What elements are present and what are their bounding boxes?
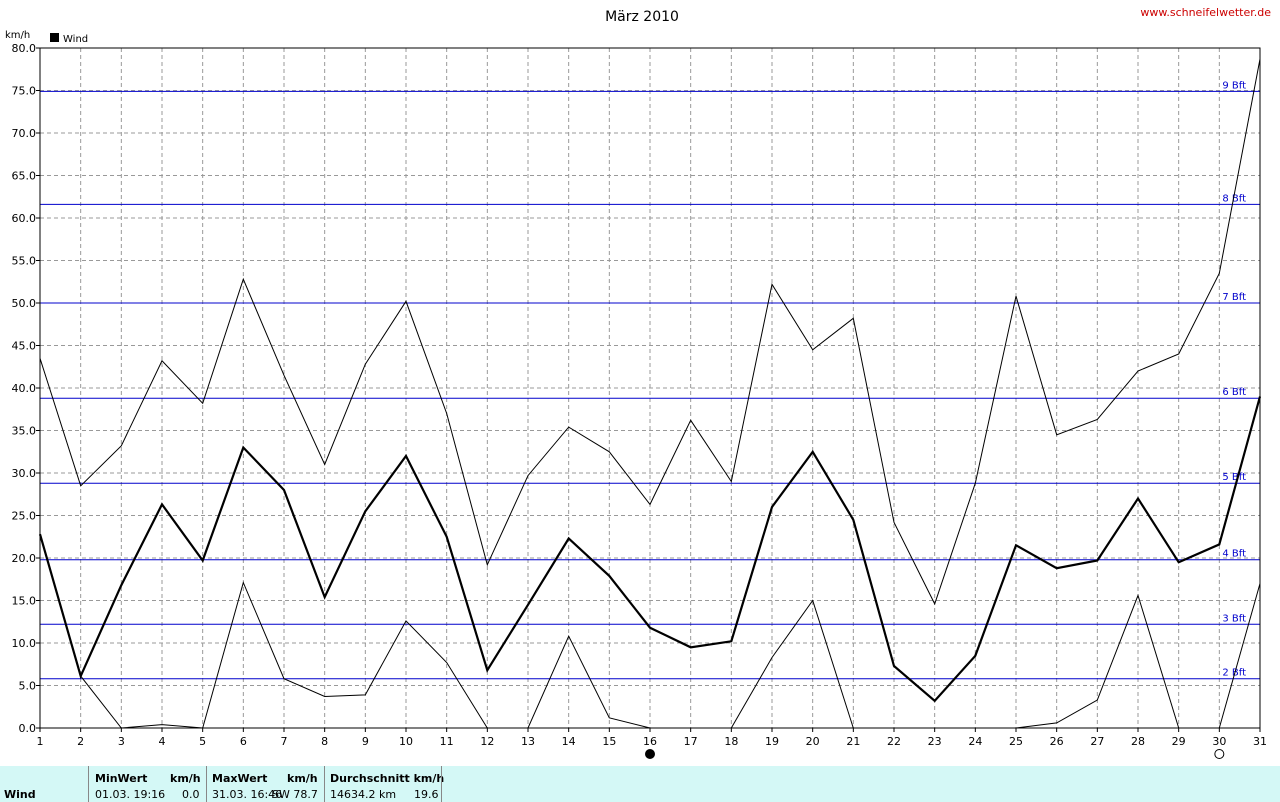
avg-header: Durchschnitt km/h: [330, 772, 445, 785]
y-tick-label: 15.0: [12, 595, 37, 608]
x-tick-label: 2: [77, 735, 84, 748]
x-tick-label: 25: [1009, 735, 1023, 748]
y-tick-label: 10.0: [12, 637, 37, 650]
x-tick-label: 18: [724, 735, 738, 748]
y-tick-label: 35.0: [12, 425, 37, 438]
x-tick-label: 17: [684, 735, 698, 748]
x-tick-label: 9: [362, 735, 369, 748]
x-tick-label: 16: [643, 735, 657, 748]
stats-row-label: Wind: [4, 788, 36, 801]
x-tick-label: 28: [1131, 735, 1145, 748]
y-tick-label: 25.0: [12, 510, 37, 523]
beaufort-label: 2 Bft: [1222, 668, 1246, 679]
avg-value: 19.6: [414, 788, 439, 801]
x-tick-label: 23: [928, 735, 942, 748]
y-tick-label: 75.0: [12, 85, 37, 98]
x-tick-label: 4: [159, 735, 166, 748]
x-tick-label: 14: [562, 735, 576, 748]
y-tick-label: 0.0: [19, 722, 37, 735]
min-time: 01.03. 19:16: [95, 788, 166, 801]
stats-divider: [441, 766, 442, 802]
x-tick-label: 29: [1172, 735, 1186, 748]
stats-divider: [206, 766, 207, 802]
beaufort-label: 5 Bft: [1222, 472, 1246, 483]
y-tick-label: 60.0: [12, 212, 37, 225]
site-link[interactable]: www.schneifelwetter.de: [1140, 6, 1271, 19]
x-tick-label: 19: [765, 735, 779, 748]
avg-distance: 14634.2 km: [330, 788, 397, 801]
stats-table: Wind MinWert km/h 01.03. 19:16 0.0 MaxWe…: [0, 766, 1280, 802]
beaufort-label: 3 Bft: [1222, 613, 1246, 624]
stats-divider: [324, 766, 325, 802]
beaufort-label: 4 Bft: [1222, 549, 1246, 560]
x-tick-label: 27: [1090, 735, 1104, 748]
y-tick-label: 70.0: [12, 127, 37, 140]
x-tick-label: 24: [968, 735, 982, 748]
x-tick-label: 20: [806, 735, 820, 748]
y-tick-label: 40.0: [12, 382, 37, 395]
x-tick-label: 3: [118, 735, 125, 748]
full-moon-icon: [1214, 749, 1225, 759]
x-tick-label: 21: [846, 735, 860, 748]
x-tick-label: 11: [440, 735, 454, 748]
legend-swatch: [50, 33, 59, 42]
x-tick-label: 12: [480, 735, 494, 748]
beaufort-label: 6 Bft: [1222, 387, 1246, 398]
y-tick-label: 5.0: [19, 680, 37, 693]
y-tick-label: 50.0: [12, 297, 37, 310]
beaufort-label: 9 Bft: [1222, 80, 1246, 91]
stats-divider: [88, 766, 89, 802]
max-unit: km/h: [287, 772, 318, 785]
y-tick-label: 45.0: [12, 340, 37, 353]
min-value: 0.0: [182, 788, 200, 801]
y-tick-label: 65.0: [12, 170, 37, 183]
min-header: MinWert: [95, 772, 148, 785]
new-moon-icon: [645, 749, 655, 759]
x-tick-label: 13: [521, 735, 535, 748]
min-unit: km/h: [170, 772, 201, 785]
x-tick-label: 10: [399, 735, 413, 748]
x-tick-label: 30: [1212, 735, 1226, 748]
x-tick-label: 5: [199, 735, 206, 748]
wind-chart: 2 Bft3 Bft4 Bft5 Bft6 Bft7 Bft8 Bft9 Bft…: [5, 6, 1271, 759]
max-value: SW 78.7: [272, 788, 318, 801]
chart-title: März 2010: [605, 9, 679, 25]
x-tick-label: 8: [321, 735, 328, 748]
x-tick-label: 26: [1050, 735, 1064, 748]
legend-label: Wind: [63, 34, 88, 45]
y-tick-label: 55.0: [12, 255, 37, 268]
beaufort-label: 7 Bft: [1222, 292, 1246, 303]
y-tick-label: 30.0: [12, 467, 37, 480]
y-tick-label: 80.0: [12, 42, 37, 55]
max-header: MaxWert: [212, 772, 268, 785]
x-tick-label: 22: [887, 735, 901, 748]
y-axis-unit: km/h: [5, 30, 30, 41]
series-line-minimum: [730, 599, 854, 729]
x-tick-label: 1: [37, 735, 44, 748]
x-tick-label: 15: [602, 735, 616, 748]
x-tick-label: 6: [240, 735, 247, 748]
y-tick-label: 20.0: [12, 552, 37, 565]
x-tick-label: 31: [1253, 735, 1267, 748]
x-tick-label: 7: [281, 735, 288, 748]
